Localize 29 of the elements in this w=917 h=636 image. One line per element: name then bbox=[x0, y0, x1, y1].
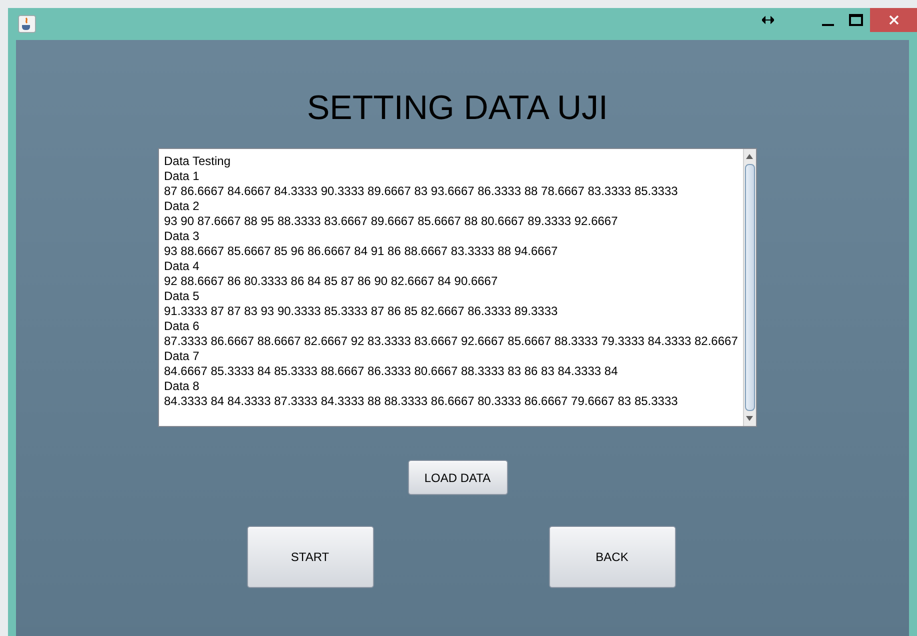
text-line: Data Testing bbox=[164, 154, 230, 169]
text-line: 92 88.6667 86 80.3333 86 84 85 87 86 90 82.6667 84 90.6667 bbox=[164, 274, 498, 289]
page-heading: SETTING DATA UJI bbox=[307, 88, 608, 129]
text-line: Data 8 bbox=[164, 379, 200, 394]
action-button[interactable]: BACK bbox=[548, 526, 676, 588]
close-button[interactable] bbox=[870, 8, 917, 32]
load-data-button[interactable]: LOAD DATA bbox=[408, 460, 508, 495]
text-line: Data 6 bbox=[164, 319, 200, 334]
text-line: 91.3333 87 87 83 93 90.3333 85.3333 87 86 85 82.6667 86.3333 89.3333 bbox=[164, 304, 558, 319]
text-line: Data 5 bbox=[164, 289, 200, 304]
java-cup-icon bbox=[18, 15, 36, 33]
text-line: Data 2 bbox=[164, 199, 200, 214]
text-line: 84.3333 84 84.3333 87.3333 84.3333 88 88.3333 86.6667 80.3333 86.6667 79.6667 83 85.3333 bbox=[164, 394, 678, 409]
text-line: 84.6667 85.3333 84 85.3333 88.6667 86.3333 80.6667 88.3333 83 86 83 84.3333 84 bbox=[164, 364, 618, 379]
scrollbar[interactable] bbox=[742, 149, 756, 426]
maximize-icon bbox=[849, 14, 863, 26]
close-icon bbox=[888, 15, 898, 25]
text-line: Data 3 bbox=[164, 229, 200, 244]
text-line: Data 4 bbox=[164, 259, 200, 274]
text-line: Data 1 bbox=[164, 169, 200, 184]
text-line: Data 7 bbox=[164, 349, 200, 364]
text-line: 93 88.6667 85.6667 85 96 86.6667 84 91 86 88.6667 83.3333 88 94.6667 bbox=[164, 244, 558, 259]
action-button[interactable]: START bbox=[246, 526, 374, 588]
minimize-icon bbox=[822, 24, 834, 26]
text-line: 93 90 87.6667 88 95 88.3333 83.6667 89.6667 85.6667 88 80.6667 89.3333 92.6667 bbox=[164, 214, 618, 229]
text-line: 87 86.6667 84.6667 84.3333 90.3333 89.6667 83 93.6667 86.3333 88 78.6667 83.3333 85.3333 bbox=[164, 184, 678, 199]
text-line: 87.3333 86.6667 88.6667 82.6667 92 83.3333 83.6667 92.6667 85.6667 88.3333 79.3333 84.3333 82.6667 bbox=[164, 334, 738, 349]
scroll-thumb[interactable] bbox=[744, 164, 755, 411]
resize-arrow-icon bbox=[762, 16, 774, 24]
